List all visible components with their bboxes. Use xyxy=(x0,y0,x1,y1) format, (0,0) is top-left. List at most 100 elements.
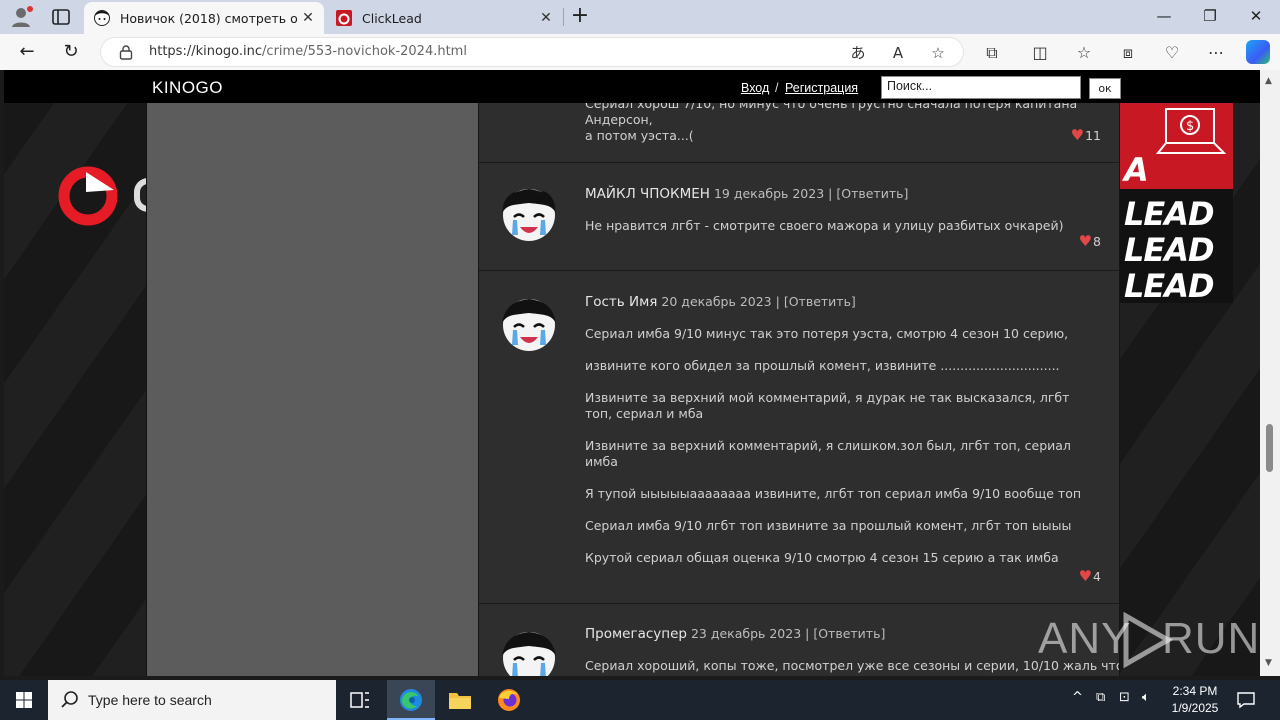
show-hidden-icons-icon[interactable]: ^ xyxy=(1072,690,1083,705)
copilot-icon[interactable] xyxy=(1246,40,1270,64)
clock-time: 2:34 PM xyxy=(1172,684,1218,698)
tab-actions-icon[interactable] xyxy=(50,7,72,27)
svg-text:$: $ xyxy=(1186,119,1194,134)
site-header: KINOGO Вход / Регистрация Поиск... ок xyxy=(4,70,1260,103)
comment-date: 19 декабрь 2023 xyxy=(713,186,825,201)
scroll-up-icon[interactable]: ▲ xyxy=(1265,76,1272,86)
close-tab-icon[interactable]: ✕ xyxy=(538,10,554,26)
close-window-icon[interactable]: ✕ xyxy=(1242,4,1270,28)
back-icon[interactable]: ← xyxy=(14,39,40,65)
close-tab-icon[interactable]: ✕ xyxy=(300,10,316,26)
windows-start-icon[interactable] xyxy=(0,680,48,720)
split-screen-icon[interactable]: ◫ xyxy=(1028,41,1052,65)
tab-title: ClickLead xyxy=(362,10,422,26)
search-icon xyxy=(61,691,78,708)
clicklead-favicon-icon xyxy=(336,10,352,26)
file-explorer-taskbar-button[interactable] xyxy=(436,680,484,720)
ad-word: LEAD xyxy=(1124,195,1215,233)
favorite-star-icon[interactable]: ☆ xyxy=(927,42,949,64)
like-count: 8 xyxy=(1093,233,1101,249)
read-aloud-icon[interactable]: A xyxy=(887,42,909,64)
comment-header: МАЙКЛ ЧПОКМЕН 19 декабрь 2023 | [Ответит… xyxy=(585,186,908,202)
comment-date: 23 декабрь 2023 xyxy=(690,626,802,641)
url-text[interactable]: https://kinogo.inc/crime/553-novichok-20… xyxy=(149,44,467,59)
url-host: https://kinogo.inc xyxy=(149,44,263,59)
windows-taskbar: Type here to search ^ ⧉ ⊡ 🔈︎ 2:34 PM 1/9… xyxy=(0,680,1280,720)
lock-icon[interactable] xyxy=(119,44,133,60)
minimize-icon[interactable]: — xyxy=(1150,4,1178,28)
new-tab-icon[interactable]: + xyxy=(568,5,592,29)
crying-face-avatar-icon xyxy=(501,189,557,241)
tab-kinogo[interactable]: Новичок (2018) смотреть онлайн ✕ xyxy=(84,2,324,34)
reply-link[interactable]: [Ответить] xyxy=(784,294,856,309)
volume-icon[interactable]: 🔈︎ xyxy=(1142,690,1150,705)
like-count: 4 xyxy=(1093,568,1101,584)
tab-clicklead[interactable]: ClickLead ✕ xyxy=(326,2,562,34)
url-path: /crime/553-novichok-2024.html xyxy=(262,44,467,59)
page-scrollbar[interactable]: ▲ ▼ xyxy=(1260,70,1280,676)
reply-link[interactable]: [Ответить] xyxy=(836,186,908,201)
crying-face-avatar-icon xyxy=(502,632,556,676)
network-icon[interactable]: ⊡ xyxy=(1119,690,1130,705)
laptop-dollar-icon: $ xyxy=(1156,108,1226,154)
scroll-thumb[interactable] xyxy=(1266,424,1273,472)
ad-word: LEAD xyxy=(1124,231,1215,269)
heart-icon: ♥ xyxy=(1078,232,1093,250)
profile-icon[interactable] xyxy=(10,6,34,28)
watermark-text: RUN xyxy=(1162,614,1260,663)
anyrun-watermark: ANY RUN xyxy=(1038,608,1259,672)
comment-paragraph: Извините за верхний комментарий, я слишк… xyxy=(585,438,1071,469)
notifications-icon[interactable] xyxy=(1236,690,1256,710)
taskbar-clock[interactable]: 2:34 PM 1/9/2025 xyxy=(1166,683,1224,717)
comment-author[interactable]: Гость Имя xyxy=(585,294,657,310)
tab-separator xyxy=(563,8,564,26)
register-link[interactable]: Регистрация xyxy=(785,81,858,95)
browser-toolbar: ← ↻ https://kinogo.inc/crime/553-novicho… xyxy=(0,34,1280,70)
edge-taskbar-button[interactable] xyxy=(387,680,435,720)
performance-icon[interactable]: ♡ xyxy=(1160,41,1184,65)
page-viewport: KINOGO Вход / Регистрация Поиск... ок Се… xyxy=(4,70,1260,676)
comment-item: Промегасупер 23 декабрь 2023 | [Ответить… xyxy=(479,604,1119,676)
address-bar[interactable]: https://kinogo.inc/crime/553-novichok-20… xyxy=(100,37,964,67)
ad-word: A xyxy=(1124,151,1149,189)
like-button[interactable]: ♥ 4 xyxy=(1079,567,1101,585)
comment-paragraph: Сериал имба 9/10 лгбт топ извините за пр… xyxy=(585,518,1072,533)
firefox-taskbar-button[interactable] xyxy=(485,680,533,720)
comment-header: Гость Имя 20 декабрь 2023 | [Ответить] xyxy=(585,294,856,310)
comment-author[interactable]: Промегасупер xyxy=(585,626,687,642)
favorites-icon[interactable]: ☆ xyxy=(1072,41,1096,65)
clicklead-ad-banner[interactable]: $ A LEAD LEAD LEAD xyxy=(1120,103,1233,303)
header-slash: / xyxy=(775,81,779,95)
comment-paragraph: Крутой сериал общая оценка 9/10 смотрю 4… xyxy=(585,550,1059,565)
taskbar-search-box[interactable]: Type here to search xyxy=(48,680,336,720)
reply-link[interactable]: [Ответить] xyxy=(813,626,885,641)
extensions-icon[interactable]: ⧉ xyxy=(980,41,1004,65)
like-button[interactable]: ♥ 11 xyxy=(1071,126,1101,144)
site-logo[interactable]: KINOGO xyxy=(152,78,223,98)
more-menu-icon[interactable]: ⋯ xyxy=(1204,41,1228,65)
comment-text: Сериал имба 9/10 минус так это потеря уэ… xyxy=(585,326,1099,566)
comment-separator: | xyxy=(828,186,833,201)
refresh-icon[interactable]: ↻ xyxy=(58,39,84,65)
comment-line: а потом уэста...( xyxy=(585,128,694,143)
task-view-icon[interactable] xyxy=(336,680,384,720)
restore-icon[interactable]: ❐ xyxy=(1196,4,1224,28)
comment-separator: | xyxy=(805,626,810,641)
login-link[interactable]: Вход xyxy=(741,81,769,95)
device-icon[interactable]: ⧉ xyxy=(1096,690,1105,705)
like-button[interactable]: ♥ 8 xyxy=(1079,232,1101,250)
crying-face-favicon-icon xyxy=(94,10,110,26)
scroll-down-icon[interactable]: ▼ xyxy=(1265,658,1272,668)
comment-author[interactable]: МАЙКЛ ЧПОКМЕН xyxy=(585,186,710,202)
comment-paragraph: Я тупой ыыыыыаааааааа извините, лгбт топ… xyxy=(585,486,1082,501)
collections-icon[interactable]: ⧈ xyxy=(1116,41,1140,65)
site-search-input[interactable]: Поиск... xyxy=(881,76,1081,99)
firefox-icon xyxy=(498,689,520,711)
comment-paragraph: Сериал хороший, копы тоже, посмотрел уже… xyxy=(585,658,1120,673)
translate-icon[interactable]: あ xyxy=(847,42,869,64)
comment-line: Сериал хорош 7/10, но минус что очень гр… xyxy=(585,103,1078,127)
search-ok-button[interactable]: ок xyxy=(1089,78,1121,99)
comment-date: 20 декабрь 2023 xyxy=(661,294,772,309)
comment-text: Сериал хорош 7/10, но минус что очень гр… xyxy=(585,103,1099,144)
comment-separator: | xyxy=(775,294,780,309)
